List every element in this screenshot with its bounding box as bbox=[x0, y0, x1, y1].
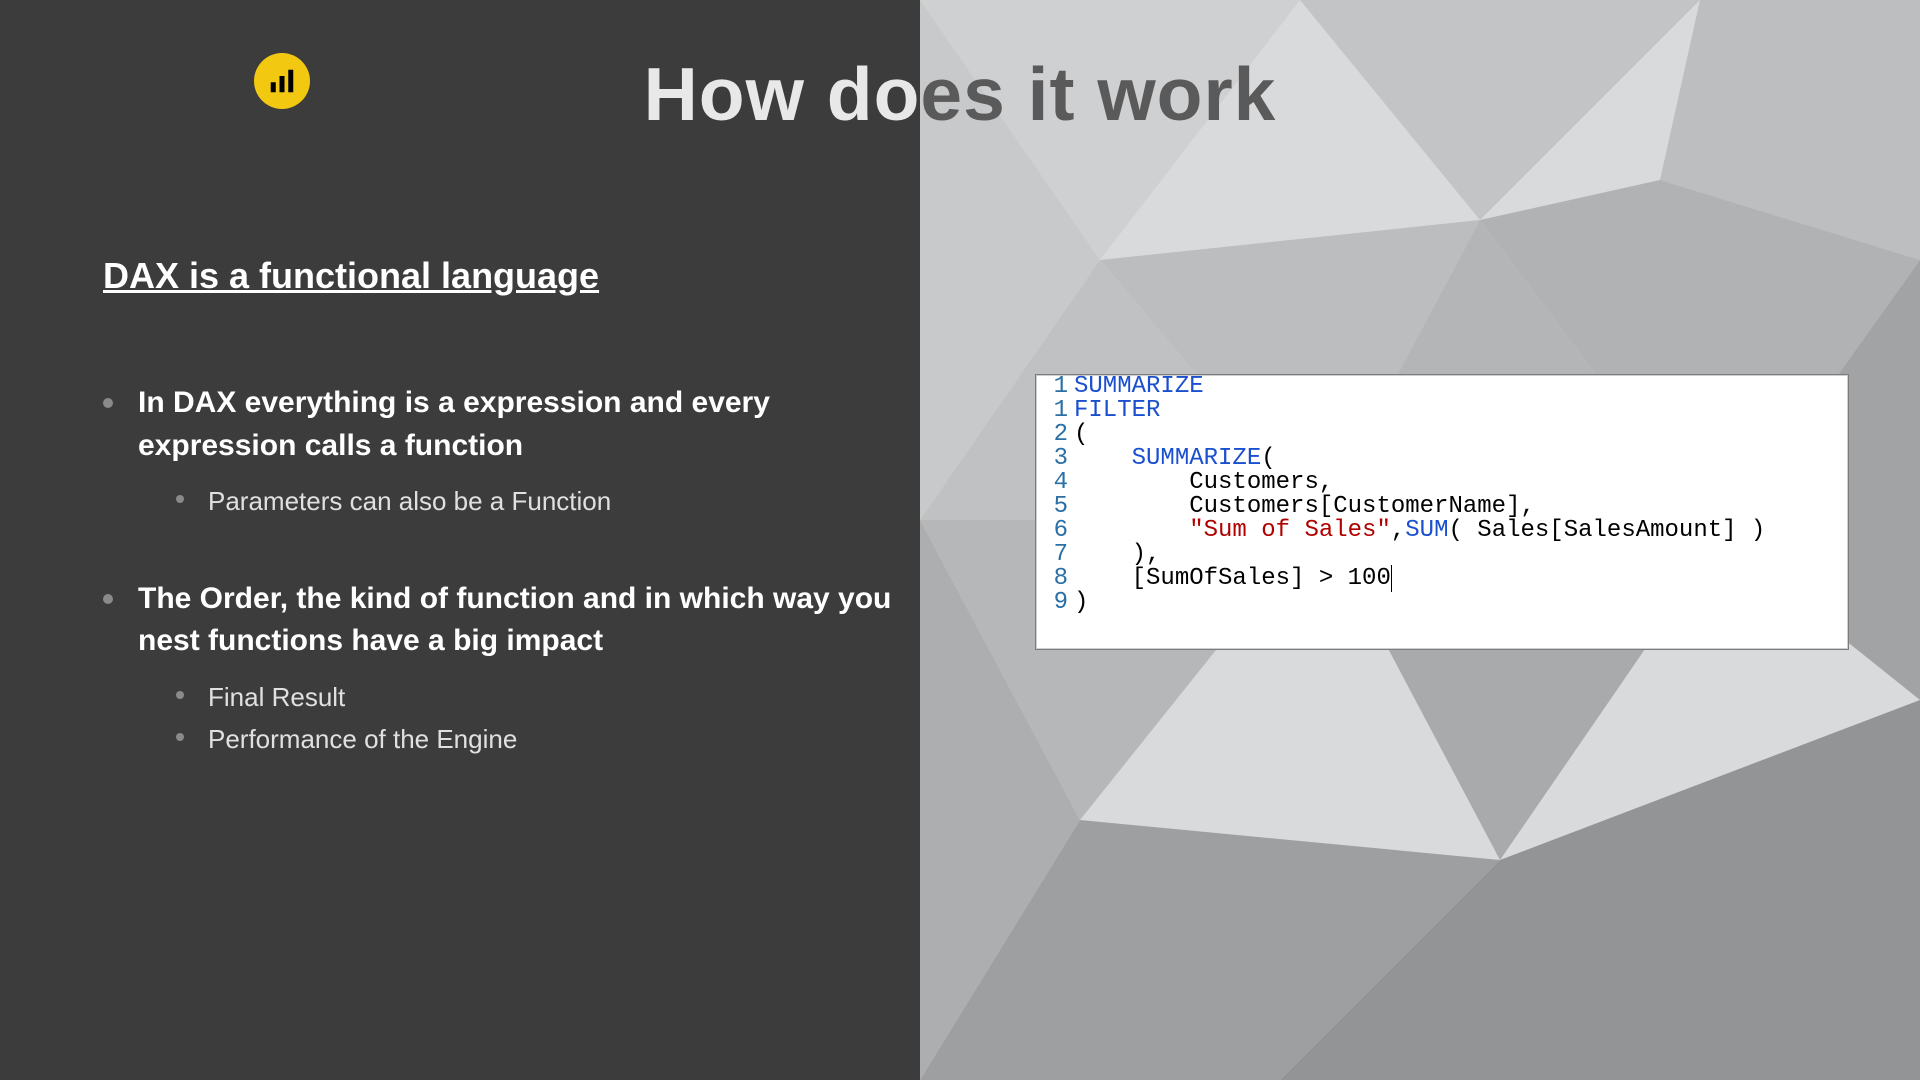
sub-bullet-item: Performance of the Engine bbox=[176, 719, 923, 761]
line-number: 7 bbox=[1036, 543, 1074, 567]
code-line: 3 SUMMARIZE( bbox=[1036, 447, 1848, 471]
title-left: How do bbox=[644, 52, 921, 136]
line-number: 8 bbox=[1036, 567, 1074, 591]
line-number: 6 bbox=[1036, 519, 1074, 543]
code-line: 4 Customers, bbox=[1036, 471, 1848, 495]
slide-title: How does it work bbox=[0, 55, 1920, 134]
code-content: ), bbox=[1074, 543, 1848, 567]
code-line: 5 Customers[CustomerName], bbox=[1036, 495, 1848, 519]
subtitle: DAX is a functional language bbox=[103, 255, 923, 297]
bullet-list: In DAX everything is a expression and ev… bbox=[103, 382, 923, 760]
code-content: ( bbox=[1074, 423, 1848, 447]
code-content: [SumOfSales] > 100 bbox=[1074, 567, 1848, 591]
code-example: 1SUMMARIZE1FILTER2(3 SUMMARIZE(4 Custome… bbox=[1035, 374, 1849, 650]
sub-bullet-list: Parameters can also be a Function bbox=[176, 481, 923, 523]
line-number: 5 bbox=[1036, 495, 1074, 519]
line-number: 4 bbox=[1036, 471, 1074, 495]
code-content: SUMMARIZE( bbox=[1074, 447, 1848, 471]
code-line: 1FILTER bbox=[1036, 399, 1848, 423]
bullet-text: In DAX everything is a expression and ev… bbox=[138, 382, 923, 467]
code-line: 9) bbox=[1036, 591, 1848, 615]
line-number: 3 bbox=[1036, 447, 1074, 471]
line-number: 1 bbox=[1036, 375, 1074, 399]
line-number: 9 bbox=[1036, 591, 1074, 615]
code-line: 2( bbox=[1036, 423, 1848, 447]
sub-bullet-item: Final Result bbox=[176, 677, 923, 719]
code-line: 8 [SumOfSales] > 100 bbox=[1036, 567, 1848, 591]
code-content: "Sum of Sales",SUM( Sales[SalesAmount] ) bbox=[1074, 519, 1848, 543]
content-column: DAX is a functional language In DAX ever… bbox=[103, 255, 923, 815]
code-content: SUMMARIZE bbox=[1074, 375, 1848, 399]
code-content: Customers, bbox=[1074, 471, 1848, 495]
code-content: ) bbox=[1074, 591, 1848, 615]
code-line: 6 "Sum of Sales",SUM( Sales[SalesAmount]… bbox=[1036, 519, 1848, 543]
code-line: 1SUMMARIZE bbox=[1036, 375, 1848, 399]
code-content: Customers[CustomerName], bbox=[1074, 495, 1848, 519]
line-number: 1 bbox=[1036, 399, 1074, 423]
code-content: FILTER bbox=[1074, 399, 1848, 423]
line-number: 2 bbox=[1036, 423, 1074, 447]
bullet-item: The Order, the kind of function and in w… bbox=[103, 578, 923, 760]
sub-bullet-list: Final ResultPerformance of the Engine bbox=[176, 677, 923, 760]
slide: How does it work DAX is a functional lan… bbox=[0, 0, 1920, 1080]
bullet-text: The Order, the kind of function and in w… bbox=[138, 578, 923, 663]
title-right: es it work bbox=[920, 52, 1276, 136]
code-line: 7 ), bbox=[1036, 543, 1848, 567]
sub-bullet-item: Parameters can also be a Function bbox=[176, 481, 923, 523]
bullet-item: In DAX everything is a expression and ev… bbox=[103, 382, 923, 523]
